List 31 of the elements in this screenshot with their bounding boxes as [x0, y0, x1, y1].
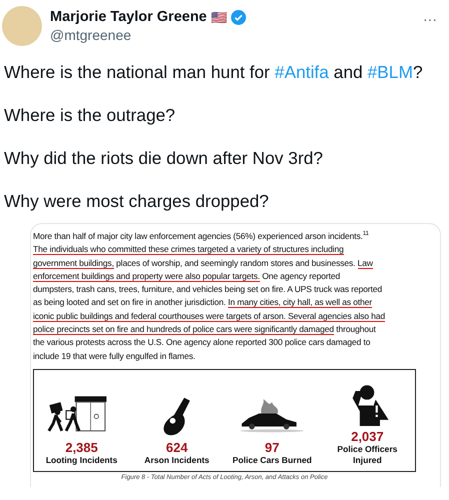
- flag-emoji: 🇺🇸: [210, 10, 227, 24]
- document-text-line: as being looted and set on fire in another jurisdiction. In many cities, city hall, as well as other: [33, 296, 373, 310]
- document-text-line: enforcement buildings and property were also popular targets. One agency reported: [33, 270, 341, 284]
- molotov-bottle-drawing: [164, 398, 190, 436]
- more-button[interactable]: ···: [419, 11, 441, 27]
- document-text-line: More than half of major city law enforcement agencies (56%) experienced arson incidents.$^{11}$: [33, 230, 370, 243]
- stat-label: Arson Incidents: [143, 454, 210, 466]
- stat-label: Looting Incidents: [44, 454, 118, 466]
- stat-value: 624: [166, 440, 188, 455]
- stat-label: Police Officers Injured: [336, 444, 398, 466]
- document-text-line: include 19 that were fully engulfed in flames.: [33, 350, 196, 363]
- document-text-line: police precincts set on fire and hundreds of police cars were significantly damaged throughout: [33, 323, 377, 336]
- stat-value: 2,385: [65, 440, 98, 455]
- document-text-line: government buildings, places of worship, and seemingly random stores and businesses. Law: [33, 256, 374, 270]
- document-text-line: The individuals who committed these crimes targeted a variety of structures including: [33, 243, 345, 257]
- stat-value: 97: [264, 440, 280, 455]
- tweet-text: Why did the riots die down after Nov 3rd?: [4, 147, 324, 170]
- avatar[interactable]: [2, 6, 42, 46]
- tweet-text: Where is the national man hunt for #Antifa and #BLM?: [4, 61, 424, 84]
- author-handle[interactable]: @mtgreenee: [50, 27, 411, 43]
- author-name[interactable]: Marjorie Taylor Greene: [50, 9, 207, 25]
- document-text-line: the various protests across the U.S. One agency alone reported 300 police cars damaged to: [33, 336, 372, 350]
- looting-drawing: [47, 396, 106, 432]
- burning-car-drawing: [240, 399, 304, 432]
- stat-label: Police Cars Burned: [232, 454, 312, 466]
- tweet-text: Why were most charges dropped?: [4, 190, 270, 213]
- injured-officer-drawing: [352, 385, 389, 426]
- document-text-line: iconic public buildings and federal courthouses were targets of arson. Several agencies also had: [33, 310, 386, 324]
- tweet-text: Where is the outrage?: [4, 104, 176, 127]
- stat-value: 2,037: [351, 428, 384, 444]
- document-text-line: dumpsters, trash cans, trees, furniture, and vehicles being set on fire. A UPS truck was reported: [33, 283, 383, 296]
